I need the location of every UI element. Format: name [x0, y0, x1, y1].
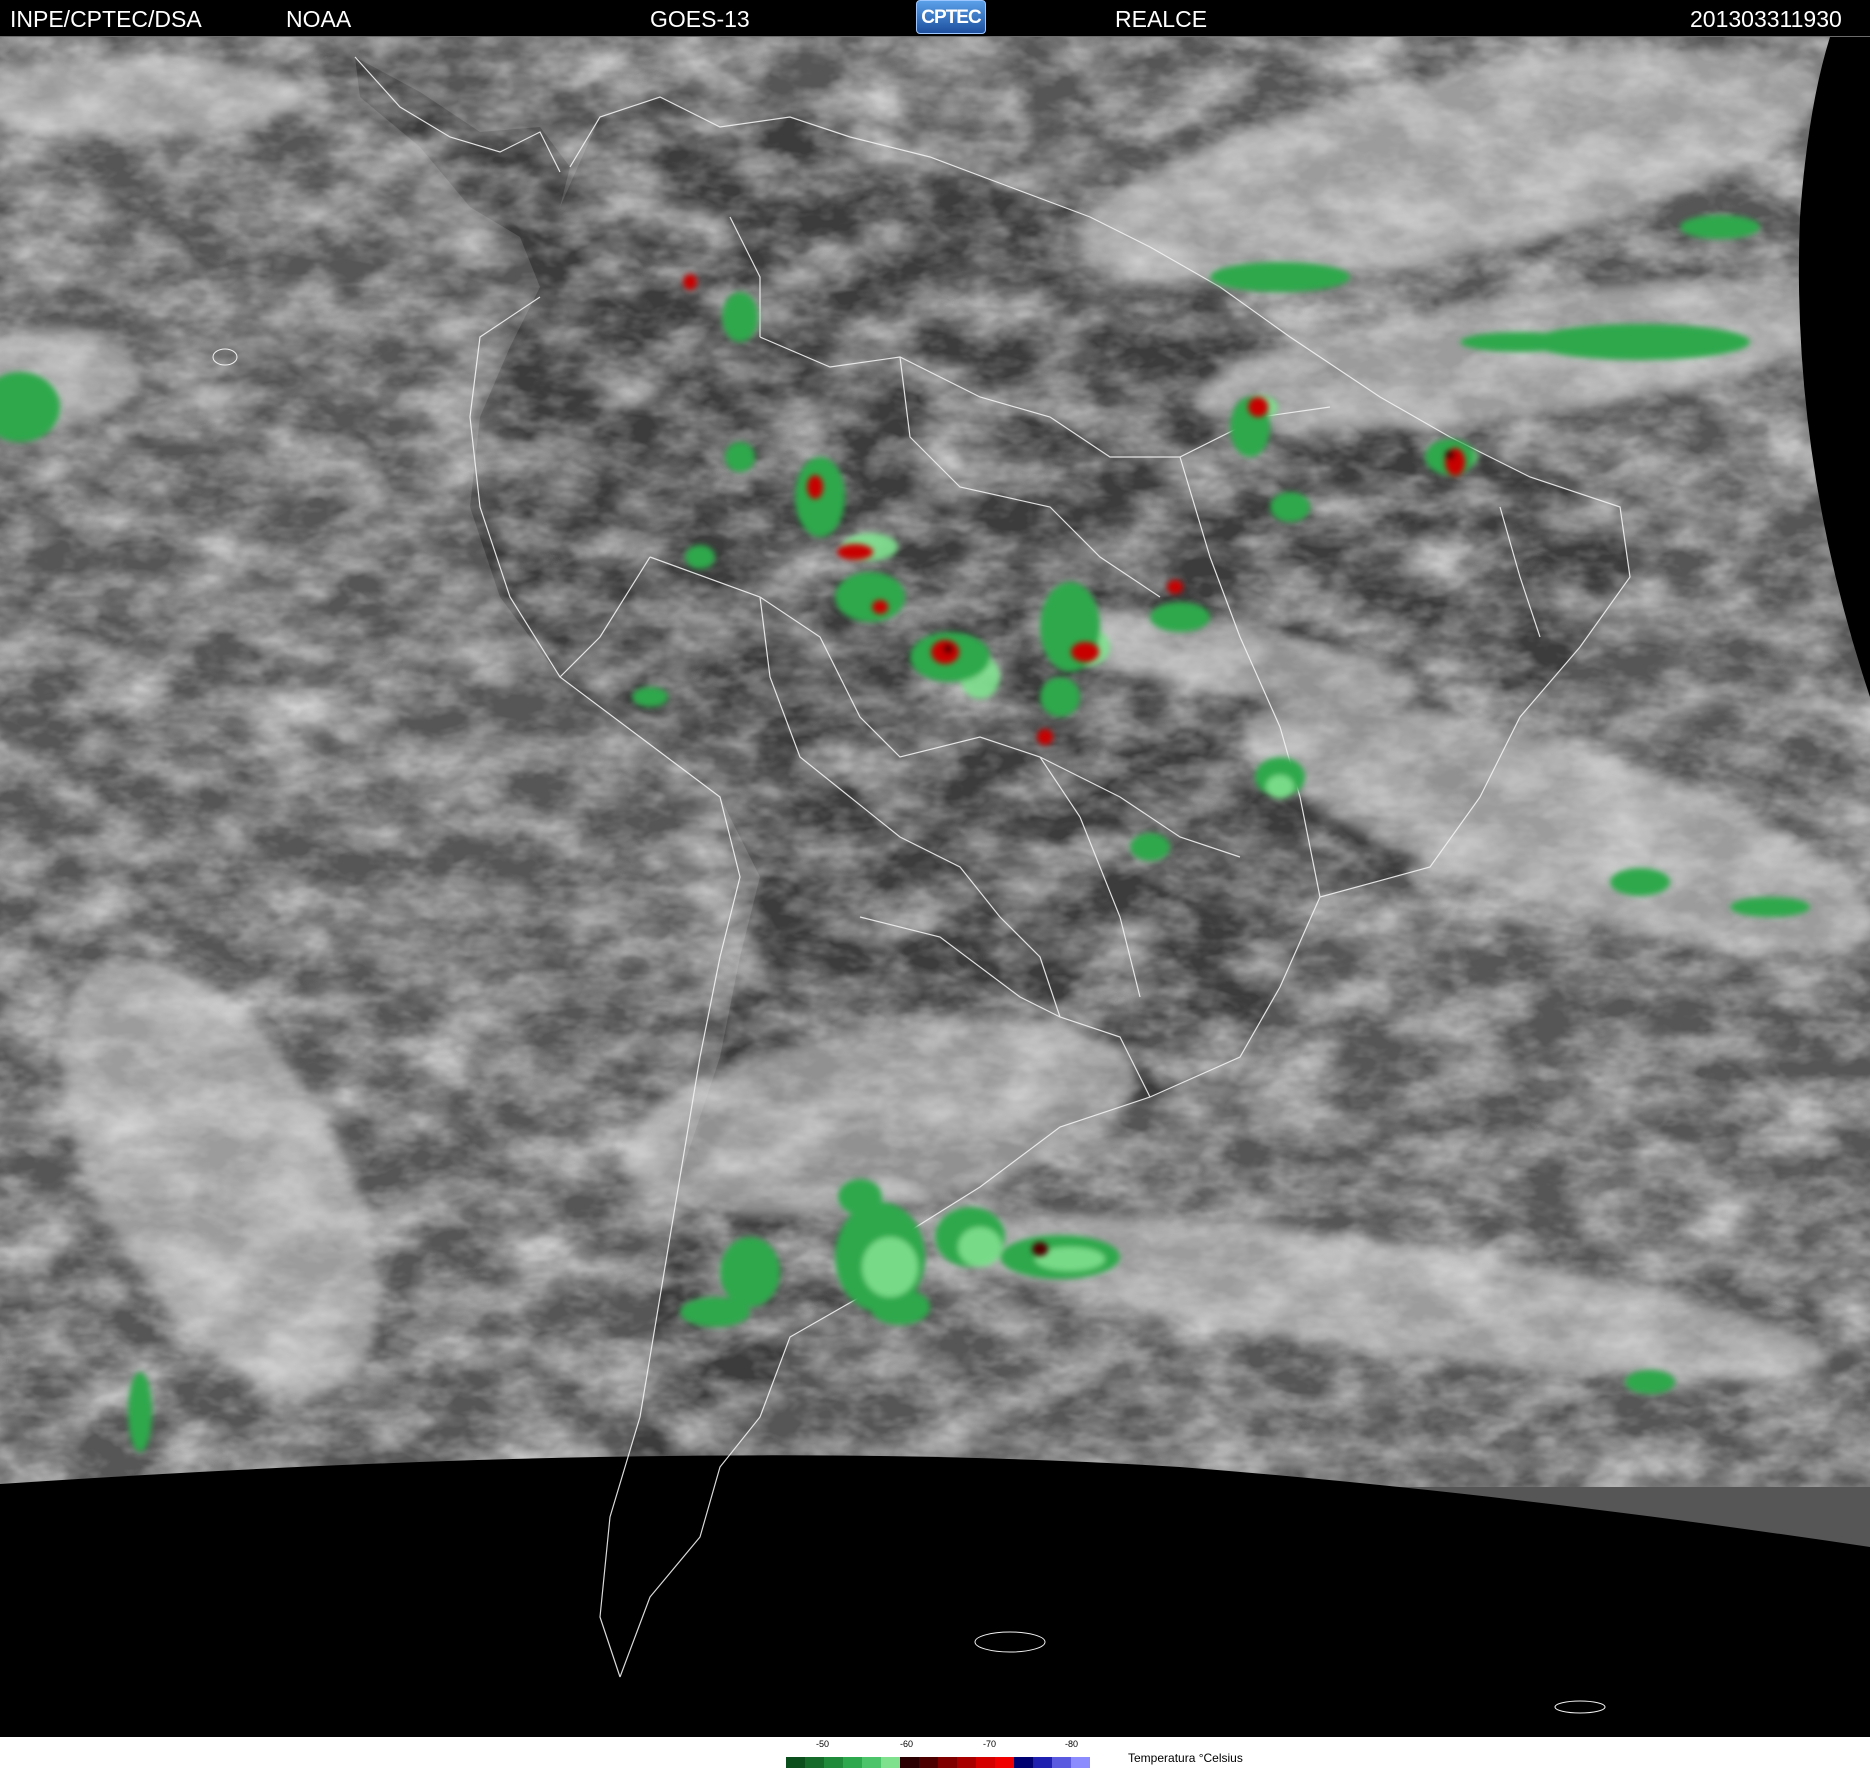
color-swatch — [1033, 1757, 1052, 1768]
tick-label: -80 — [1065, 1739, 1079, 1749]
tick-label: -70 — [983, 1739, 997, 1749]
legend-title: Temperatura °Celsius — [1128, 1751, 1243, 1765]
color-scale-bar — [786, 1757, 1090, 1768]
color-swatch — [976, 1757, 995, 1768]
color-swatch — [862, 1757, 881, 1768]
image-header: INPE/CPTEC/DSA NOAA GOES-13 CPTEC REALCE… — [0, 0, 1870, 37]
color-swatch — [1014, 1757, 1033, 1768]
color-swatch — [1071, 1757, 1090, 1768]
temperature-legend: -50 -60 -70 -80 Temperatura °Celsius — [0, 1737, 1870, 1770]
color-swatch — [995, 1757, 1014, 1768]
color-swatch — [824, 1757, 843, 1768]
color-swatch — [843, 1757, 862, 1768]
color-swatch — [786, 1757, 805, 1768]
product-label: REALCE — [1115, 6, 1208, 32]
color-swatch — [919, 1757, 938, 1768]
color-swatch — [881, 1757, 900, 1768]
cptec-logo: CPTEC — [916, 0, 986, 34]
tick-label: -60 — [900, 1739, 914, 1749]
org-label: INPE/CPTEC/DSA — [10, 6, 202, 32]
color-swatch — [1052, 1757, 1071, 1768]
logo-text: CPTEC — [921, 7, 981, 28]
color-swatch — [938, 1757, 957, 1768]
color-swatch — [957, 1757, 976, 1768]
agency-label: NOAA — [286, 6, 352, 32]
satellite-label: GOES-13 — [650, 6, 750, 32]
timestamp-label: 201303311930 — [1690, 6, 1842, 32]
satellite-map — [0, 37, 1870, 1737]
satellite-image — [0, 37, 1870, 1737]
color-swatch — [805, 1757, 824, 1768]
color-swatch — [900, 1757, 919, 1768]
tick-label: -50 — [816, 1739, 830, 1749]
